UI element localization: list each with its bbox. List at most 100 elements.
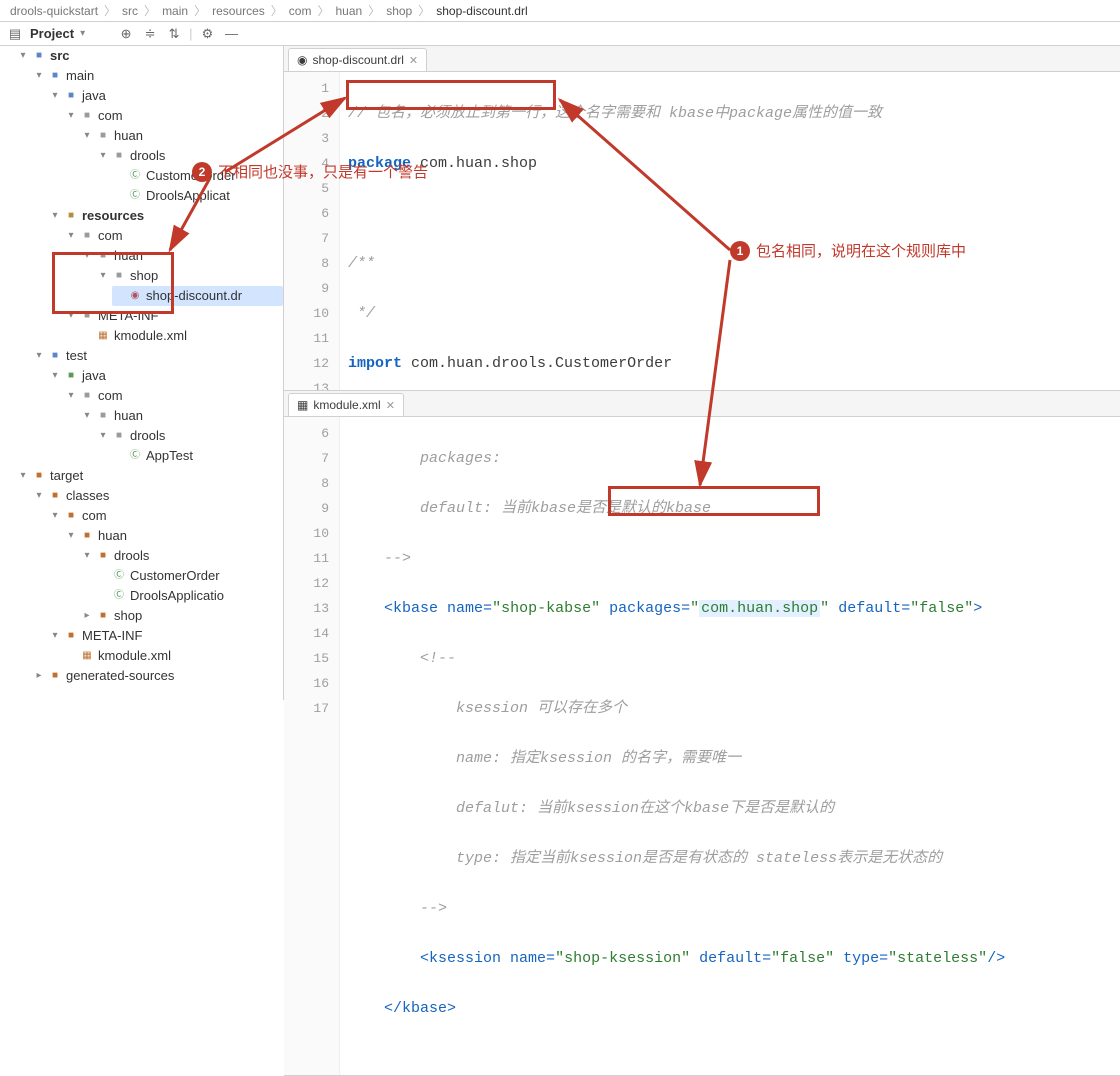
- tree-customer-order[interactable]: CustomerOrder: [146, 166, 236, 186]
- tree-drools2[interactable]: drools: [130, 426, 165, 446]
- drl-file-icon: ◉: [128, 289, 142, 303]
- tree-kmodule[interactable]: kmodule.xml: [114, 326, 187, 346]
- hide-icon[interactable]: —: [223, 25, 241, 43]
- xml-tag: >: [973, 600, 982, 617]
- chevron-down-icon[interactable]: ▾: [50, 86, 60, 106]
- chevron-down-icon[interactable]: ▾: [50, 626, 60, 646]
- chevron-down-icon[interactable]: ▾: [18, 466, 28, 486]
- tree-meta-inf2[interactable]: META-INF: [82, 626, 142, 646]
- chevron-down-icon[interactable]: ▾: [66, 306, 76, 326]
- editor1-tab-label: shop-discount.drl: [312, 53, 403, 67]
- editor2-code[interactable]: packages: default: 当前kbase是否是默认的kbase --…: [340, 417, 1120, 1075]
- chevron-down-icon[interactable]: ▾: [66, 386, 76, 406]
- gear-icon[interactable]: ⚙: [199, 25, 217, 43]
- tree-target[interactable]: target: [50, 466, 83, 486]
- folder-icon: ■: [96, 549, 110, 563]
- breadcrumb-seg[interactable]: huan: [335, 4, 362, 18]
- tree-drools-app[interactable]: DroolsApplicat: [146, 186, 230, 206]
- close-icon[interactable]: ✕: [386, 399, 395, 412]
- collapse-icon[interactable]: ⇅: [165, 25, 183, 43]
- xml-attr: packages=: [609, 600, 690, 617]
- tree-generated-sources[interactable]: generated-sources: [66, 666, 174, 686]
- class-icon: Ⓒ: [112, 569, 126, 583]
- code-comment: /**: [348, 255, 375, 272]
- tree-com[interactable]: com: [98, 106, 123, 126]
- tree-drools3[interactable]: drools: [114, 546, 149, 566]
- tree-meta-inf[interactable]: META-INF: [98, 306, 158, 326]
- xml-attr: default=: [838, 600, 910, 617]
- tree-src[interactable]: src: [50, 46, 70, 66]
- breadcrumb-seg[interactable]: drools-quickstart: [10, 4, 98, 18]
- tree-huan4[interactable]: huan: [98, 526, 127, 546]
- code-package: com.huan.shop: [420, 155, 537, 172]
- chevron-down-icon[interactable]: ▾: [34, 346, 44, 366]
- tree-resources[interactable]: resources: [82, 206, 144, 226]
- chevron-down-icon[interactable]: ▾: [50, 506, 60, 526]
- class-icon: Ⓒ: [112, 589, 126, 603]
- tree-huan3[interactable]: huan: [114, 406, 143, 426]
- code-comment: <!--: [420, 650, 456, 667]
- folder-icon: ■: [96, 409, 110, 423]
- tree-shop2[interactable]: shop: [114, 606, 142, 626]
- tree-drools[interactable]: drools: [130, 146, 165, 166]
- tree-com3[interactable]: com: [98, 386, 123, 406]
- tree-java[interactable]: java: [82, 86, 106, 106]
- tree-shop-discount[interactable]: shop-discount.dr: [146, 286, 242, 306]
- chevron-down-icon[interactable]: ▾: [50, 206, 60, 226]
- code-comment: */: [348, 305, 375, 322]
- tree-java2[interactable]: java: [82, 366, 106, 386]
- tree-kmodule2[interactable]: kmodule.xml: [98, 646, 171, 666]
- folder-icon: ■: [80, 529, 94, 543]
- class-icon: Ⓒ: [128, 169, 142, 183]
- editor1-tab[interactable]: ◉ shop-discount.drl ✕: [288, 48, 427, 71]
- chevron-down-icon[interactable]: ▾: [66, 526, 76, 546]
- breadcrumb-seg[interactable]: com: [289, 4, 312, 18]
- code-comment: -->: [420, 900, 447, 917]
- chevron-down-icon[interactable]: ▾: [82, 406, 92, 426]
- project-icon: ▤: [6, 25, 24, 43]
- chevron-down-icon[interactable]: ▾: [82, 126, 92, 146]
- tree-customer-order2[interactable]: CustomerOrder: [130, 566, 220, 586]
- chevron-down-icon[interactable]: ▾: [34, 486, 44, 506]
- expand-icon[interactable]: ≑: [141, 25, 159, 43]
- chevron-down-icon[interactable]: ▾: [82, 546, 92, 566]
- tree-huan[interactable]: huan: [114, 126, 143, 146]
- tree-apptest[interactable]: AppTest: [146, 446, 193, 466]
- folder-icon: ■: [64, 629, 78, 643]
- class-icon: Ⓒ: [128, 449, 142, 463]
- chevron-down-icon[interactable]: ▾: [66, 106, 76, 126]
- editor2-tab[interactable]: ▦ kmodule.xml ✕: [288, 393, 404, 416]
- chevron-down-icon[interactable]: ▾: [18, 46, 28, 66]
- code-comment: ksession 可以存在多个: [456, 700, 627, 717]
- project-tree[interactable]: ▾ ■ src ▾ ■ main ▾ ■ java ▾ ■ com ▾ ■ huan: [0, 46, 284, 700]
- breadcrumb-seg[interactable]: main: [162, 4, 188, 18]
- tree-com4[interactable]: com: [82, 506, 107, 526]
- code-comment: default: 当前kbase是否是默认的kbase: [420, 500, 711, 517]
- tree-main[interactable]: main: [66, 66, 94, 86]
- code-comment: type: 指定当前ksession是否是有状态的 stateless表示是无状…: [456, 850, 942, 867]
- tree-shop[interactable]: shop: [130, 266, 158, 286]
- chevron-down-icon[interactable]: ▾: [98, 146, 108, 166]
- tree-test[interactable]: test: [66, 346, 87, 366]
- close-icon[interactable]: ✕: [409, 54, 418, 67]
- breadcrumb-seg[interactable]: resources: [212, 4, 265, 18]
- editor1-code[interactable]: // 包名，必须放止到第一行，这个名字需要和 kbase中package属性的值…: [340, 72, 1120, 390]
- tree-drools-app2[interactable]: DroolsApplicatio: [130, 586, 224, 606]
- tree-classes[interactable]: classes: [66, 486, 109, 506]
- chevron-down-icon[interactable]: ▾: [34, 66, 44, 86]
- tree-com2[interactable]: com: [98, 226, 123, 246]
- chevron-right-icon[interactable]: ▸: [34, 666, 44, 686]
- locate-icon[interactable]: ⊕: [117, 25, 135, 43]
- folder-icon: ■: [112, 269, 126, 283]
- folder-icon: ■: [112, 149, 126, 163]
- breadcrumb-seg[interactable]: shop: [386, 4, 412, 18]
- chevron-down-icon[interactable]: ▾: [82, 246, 92, 266]
- tree-huan2[interactable]: huan: [114, 246, 143, 266]
- breadcrumb-seg[interactable]: src: [122, 4, 138, 18]
- chevron-right-icon[interactable]: ▸: [82, 606, 92, 626]
- chevron-down-icon[interactable]: ▾: [98, 426, 108, 446]
- chevron-down-icon[interactable]: ▾: [98, 266, 108, 286]
- breadcrumb-file[interactable]: shop-discount.drl: [436, 4, 527, 18]
- chevron-down-icon[interactable]: ▾: [66, 226, 76, 246]
- chevron-down-icon[interactable]: ▾: [50, 366, 60, 386]
